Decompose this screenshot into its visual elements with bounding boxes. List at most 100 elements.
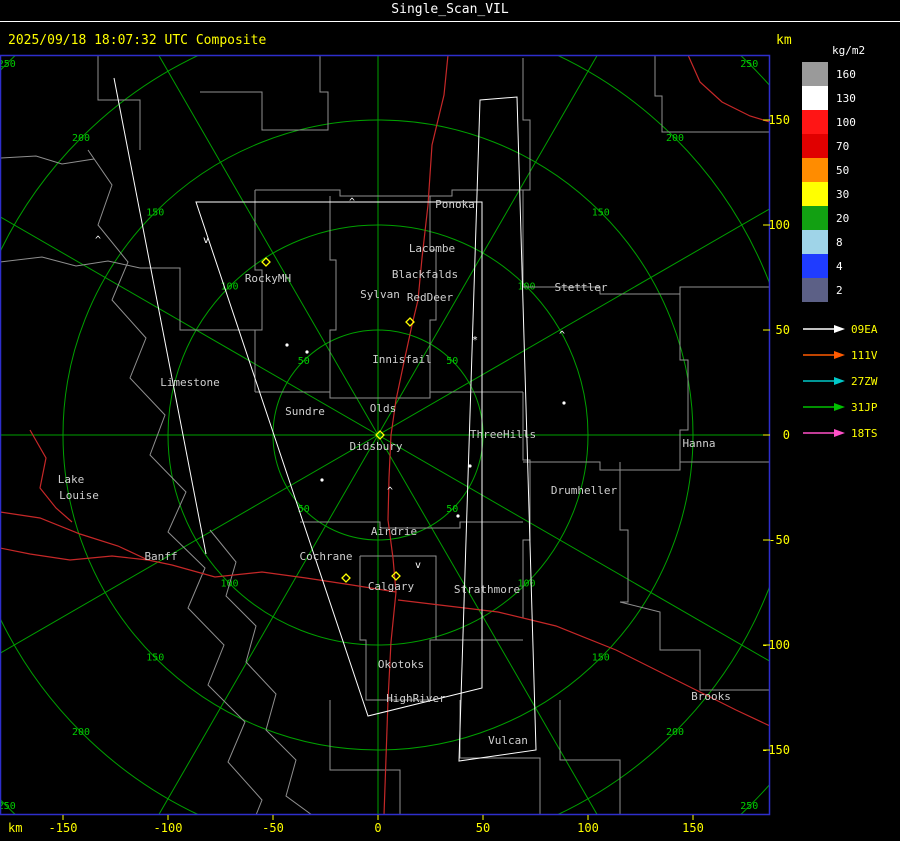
range-ring-label: 50 (298, 356, 310, 367)
dot-marker (285, 343, 289, 347)
scale-swatch (802, 110, 828, 134)
city-label-stettler: Stettler (555, 281, 608, 294)
caret-marker: ^ (559, 330, 565, 341)
city-label-reddeer: RedDeer (407, 291, 454, 304)
city-label-innisfail: Innisfail (372, 353, 432, 366)
vee-marker: v (203, 235, 209, 246)
scale-value: 8 (836, 235, 843, 249)
city-label-sylvan: Sylvan (360, 288, 400, 301)
range-ring-label: 150 (592, 653, 610, 664)
city-label-brooks: Brooks (691, 690, 731, 703)
boundary-line (329, 196, 337, 392)
scale-row: 160 (802, 62, 898, 86)
scale-swatch (802, 230, 828, 254)
right-axis-label: -150 (761, 743, 790, 757)
site-code: 111V (851, 348, 878, 362)
range-ring-label: 150 (146, 207, 164, 218)
city-label-hanna: Hanna (682, 437, 715, 450)
site-code: 31JP (851, 400, 878, 414)
site-arrow-icon (803, 403, 845, 411)
scale-value: 160 (836, 67, 856, 81)
scale-swatch (802, 158, 828, 182)
city-label-drumheller: Drumheller (551, 484, 618, 497)
boundary-line (87, 149, 263, 815)
bottom-axis-label: 100 (577, 821, 599, 835)
right-axis-label: 50 (776, 323, 790, 337)
color-scale: 160 130 100 70 50 30 20 8 4 2 (802, 62, 898, 302)
city-label-rockymh: RockyMH (245, 272, 291, 285)
highway-line (397, 599, 770, 727)
boundary-line (200, 55, 329, 131)
boundary-line (459, 700, 541, 815)
legend-unit-label: kg/m2 (832, 44, 866, 57)
legend-panel: kg/m2 160 130 100 70 50 30 20 8 4 2 09EA 111V 27ZW 3… (802, 44, 898, 446)
range-ring-grid: 50 5050 50100 100100 100150 150150 150200 20020… (0, 55, 770, 815)
right-axis-label: -100 (761, 638, 790, 652)
range-ring-label: 150 (146, 653, 164, 664)
city-label-ponoka: Ponoka (435, 198, 475, 211)
scale-row: 2 (802, 278, 898, 302)
range-ring-label: 200 (72, 727, 90, 738)
dot-marker (468, 464, 472, 468)
city-label-okotoks: Okotoks (378, 658, 424, 671)
scale-row: 70 (802, 134, 898, 158)
range-ring-label: 250 (740, 801, 758, 812)
range-ring-250km (1, 55, 770, 815)
dot-marker (320, 478, 324, 482)
scale-row: 50 (802, 158, 898, 182)
scale-row: 30 (802, 182, 898, 206)
range-ring-label: 100 (517, 578, 535, 589)
right-axis-label: 100 (768, 218, 790, 232)
city-label-cochrane: Cochrane (300, 550, 353, 563)
boundary-line (140, 267, 255, 331)
site-arrow-icon (803, 377, 845, 385)
range-ring-label: 250 (0, 59, 16, 70)
right-axis-label: -50 (768, 533, 790, 547)
bottom-axis-label: -50 (262, 821, 284, 835)
scale-swatch (802, 86, 828, 110)
scale-row: 20 (802, 206, 898, 230)
bottom-axis-unit: km (8, 821, 22, 835)
range-ring-label: 200 (72, 133, 90, 144)
city-label-calgary: Calgary (368, 580, 415, 593)
city-labels: Ponoka Lacombe Blackfalds Sylvan RedDeer Stet… (58, 198, 731, 747)
scale-value: 2 (836, 283, 843, 297)
radar-site-legend: 09EA 111V 27ZW 31JP 18TS (802, 316, 898, 446)
city-label-sundre: Sundre (285, 405, 325, 418)
site-arrow-icon (803, 429, 845, 437)
boundary-line (209, 529, 313, 815)
city-label-didsbury: Didsbury (350, 440, 403, 453)
scale-swatch (802, 254, 828, 278)
scale-swatch (802, 134, 828, 158)
scale-row: 100 (802, 110, 898, 134)
bottom-axis-label: -100 (154, 821, 183, 835)
boundary-line (255, 391, 523, 399)
site-arrow-icon (803, 351, 845, 359)
scale-swatch (802, 62, 828, 86)
caret-marker: ^ (387, 486, 393, 497)
vee-marker: v (415, 560, 421, 571)
boundary-line (522, 58, 531, 287)
city-label-louise: Louise (59, 489, 99, 502)
boundary-line (254, 190, 263, 392)
city-label-strathmore: Strathmore (454, 583, 520, 596)
site-row: 09EA (802, 316, 898, 342)
range-ring-label: 50 (446, 504, 458, 515)
boundary-line (1, 155, 95, 165)
range-ring-label: 50 (298, 504, 310, 515)
station-diamond-marker (341, 573, 351, 583)
boundary-line (1, 256, 141, 269)
city-label-airdrie: Airdrie (371, 525, 417, 538)
range-ring-label: 200 (666, 133, 684, 144)
scale-value: 50 (836, 163, 850, 177)
station-diamond-marker (391, 571, 401, 581)
dot-marker (305, 350, 309, 354)
city-label-threehills: ThreeHills (470, 428, 536, 441)
dot-marker (456, 514, 460, 518)
scale-value: 130 (836, 91, 856, 105)
asterisk-marker: * (472, 335, 478, 346)
scale-row: 130 (802, 86, 898, 110)
range-ring-label: 250 (740, 59, 758, 70)
site-row: 31JP (802, 394, 898, 420)
scale-swatch (802, 206, 828, 230)
